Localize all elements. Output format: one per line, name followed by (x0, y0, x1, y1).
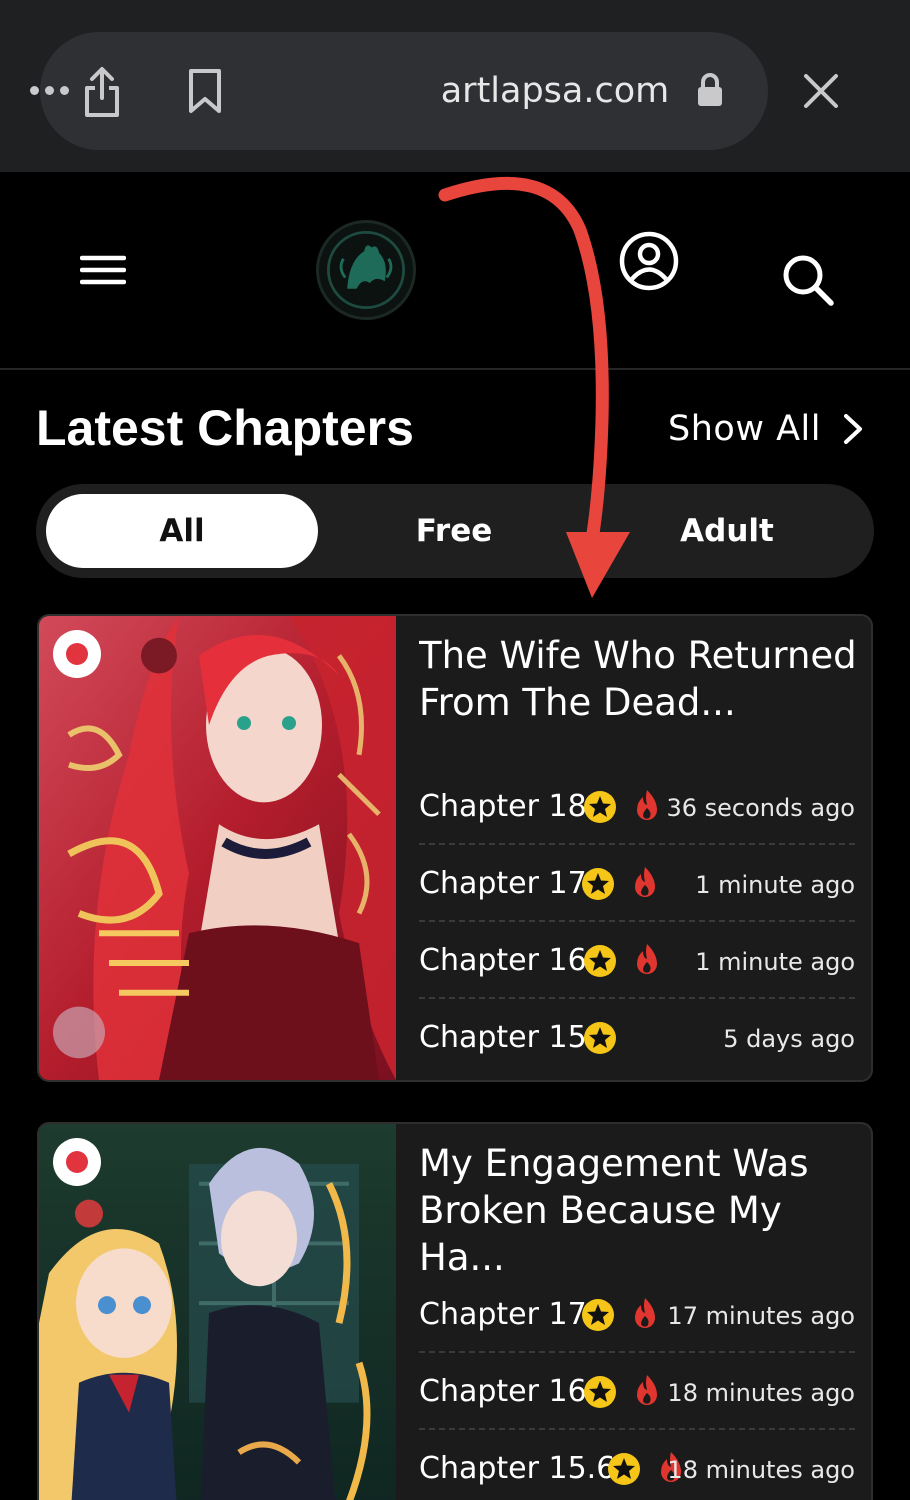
series-cover-image[interactable] (39, 616, 396, 1080)
close-icon[interactable] (800, 70, 842, 112)
filter-tabs: All Free Adult (36, 484, 874, 578)
chapter-row[interactable]: Chapter 16 1 minute ago (419, 922, 855, 999)
new-badge-icon (53, 630, 101, 678)
chapter-row[interactable]: Chapter 15 5 days ago (419, 999, 855, 1076)
chapter-row[interactable]: Chapter 16 18 minutes ago (419, 1353, 855, 1430)
hamburger-menu-icon[interactable] (80, 252, 126, 288)
show-all-label: Show All (668, 409, 821, 449)
chapter-time: 5 days ago (723, 1025, 855, 1053)
user-account-icon[interactable] (618, 230, 680, 292)
wolf-logo-icon (326, 230, 406, 310)
chevron-right-icon (843, 414, 862, 444)
fire-icon (635, 1298, 655, 1328)
more-options-icon[interactable] (30, 78, 74, 102)
tab-adult[interactable]: Adult (591, 494, 863, 568)
star-icon (584, 791, 616, 823)
chapter-time: 1 minute ago (695, 948, 855, 976)
bookmark-icon[interactable] (186, 68, 224, 114)
fire-icon (637, 1375, 657, 1405)
tab-all[interactable]: All (46, 494, 318, 568)
chapter-label[interactable]: Chapter 16 (419, 942, 587, 980)
site-logo[interactable] (316, 220, 416, 320)
star-icon (582, 868, 614, 900)
tab-free[interactable]: Free (318, 494, 590, 568)
chapter-label[interactable]: Chapter 15.6 (419, 1450, 615, 1488)
chapter-row[interactable]: Chapter 18 36 seconds ago (419, 768, 855, 845)
show-all-link[interactable]: Show All (668, 404, 865, 454)
fire-icon (635, 867, 655, 897)
chapter-label[interactable]: Chapter 16 (419, 1373, 587, 1411)
fire-icon (637, 790, 657, 820)
chapter-time: 36 seconds ago (666, 794, 855, 822)
chapter-row[interactable]: Chapter 17 1 minute ago (419, 845, 855, 922)
series-title[interactable]: My Engagement Was Broken Because My Ha..… (419, 1140, 869, 1281)
chapter-time: 17 minutes ago (667, 1302, 855, 1330)
search-icon[interactable] (780, 252, 836, 308)
chapter-label[interactable]: Chapter 15 (419, 1019, 587, 1057)
star-icon (584, 945, 616, 977)
chapter-time: 18 minutes ago (667, 1379, 855, 1407)
chapter-label[interactable]: Chapter 17 (419, 1296, 587, 1334)
share-icon[interactable] (82, 66, 122, 118)
star-icon (608, 1453, 640, 1485)
chapter-label[interactable]: Chapter 18 (419, 788, 587, 826)
new-badge-icon (53, 1138, 101, 1186)
series-card[interactable]: My Engagement Was Broken Because My Ha..… (37, 1122, 873, 1500)
browser-toolbar: artlapsa.com (0, 0, 910, 172)
series-title[interactable]: The Wife Who Returned From The Dead... (419, 632, 869, 726)
fire-icon (637, 944, 657, 974)
chapter-label[interactable]: Chapter 17 (419, 865, 587, 903)
url-text[interactable]: artlapsa.com (420, 66, 690, 116)
star-icon (584, 1376, 616, 1408)
lock-icon (698, 73, 722, 106)
chapter-time: 1 minute ago (695, 871, 855, 899)
chapter-time: 18 minutes ago (667, 1456, 855, 1484)
star-icon (584, 1022, 616, 1054)
chapter-row[interactable]: Chapter 15.6 18 minutes ago (419, 1430, 855, 1500)
star-icon (582, 1299, 614, 1331)
chapter-row[interactable]: Chapter 17 17 minutes ago (419, 1276, 855, 1353)
series-cover-image[interactable] (39, 1124, 396, 1500)
section-title: Latest Chapters (36, 400, 414, 456)
site-header (0, 172, 910, 370)
series-card[interactable]: The Wife Who Returned From The Dead... C… (37, 614, 873, 1082)
